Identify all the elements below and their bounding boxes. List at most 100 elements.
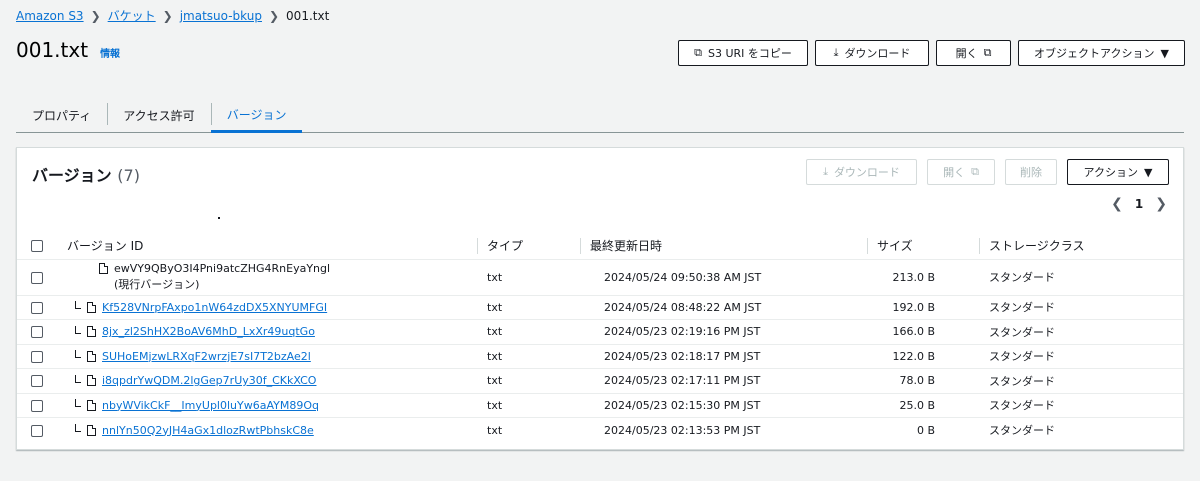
version-id-cell: 8jx_zl2ShHX2BoAV6MhD_LxXr49uqtGo: [57, 319, 477, 345]
storage-class-cell: スタンダード: [979, 319, 1183, 345]
versions-panel: バージョン (7) ⤓ ダウンロード 開く ⧉ 削除 アクション ▼ ❮ 1 ❯…: [16, 147, 1184, 450]
col-modified[interactable]: 最終更新日時: [580, 233, 867, 260]
row-select-cell: [17, 259, 57, 296]
object-actions-button[interactable]: オブジェクトアクション ▼: [1018, 40, 1185, 66]
version-id-link[interactable]: Kf528VNrpFAxpo1nW64zdDX5XNYUMFGI: [102, 301, 327, 314]
copy-s3-uri-button[interactable]: ⧉ S3 URI をコピー: [678, 40, 808, 66]
table-row: nnlYn50Q2yJH4aGx1dlozRwtPbhskC8e txt 202…: [17, 418, 1183, 443]
version-id-cell: nbyWVikCkF__ImyUpl0luYw6aAYM89Oq: [57, 393, 477, 418]
external-link-icon: ⧉: [971, 165, 979, 178]
breadcrumb-bucket[interactable]: jmatsuo-bkup: [180, 9, 262, 23]
version-id-link[interactable]: nnlYn50Q2yJH4aGx1dlozRwtPbhskC8e: [102, 424, 314, 437]
size-cell: 166.0 B: [867, 319, 979, 345]
header-actions: ⧉ S3 URI をコピー ⤓ ダウンロード 開く ⧉ オブジェクトアクション …: [678, 40, 1185, 66]
open-button[interactable]: 開く ⧉: [936, 40, 1011, 66]
version-id-wrapper: 8jx_zl2ShHX2BoAV6MhD_LxXr49uqtGo: [67, 325, 477, 338]
row-checkbox[interactable]: [31, 424, 43, 437]
versions-delete-button[interactable]: 削除: [1005, 159, 1057, 185]
modified-cell: 2024/05/24 09:50:38 AM JST: [580, 259, 867, 296]
storage-class-cell: スタンダード: [979, 344, 1183, 369]
current-version-text: ewVY9QByO3I4Pni9atcZHG4RnEyaYngl (現行バージョ…: [114, 261, 330, 293]
chevron-left-icon[interactable]: ❮: [1111, 196, 1123, 212]
version-id-wrapper: Kf528VNrpFAxpo1nW64zdDX5XNYUMFGI: [67, 301, 477, 314]
version-id-cell: SUHoEMjzwLRXqF2wrzjE7sI7T2bzAe2l: [57, 344, 477, 369]
storage-class-cell: スタンダード: [979, 393, 1183, 418]
versions-table-body: ewVY9QByO3I4Pni9atcZHG4RnEyaYngl (現行バージョ…: [17, 259, 1183, 442]
type-cell: txt: [477, 368, 580, 394]
row-select-cell: [17, 368, 57, 394]
tree-branch-icon: [75, 374, 81, 383]
external-link-icon: ⧉: [983, 46, 992, 59]
file-icon: [87, 424, 96, 436]
caret-down-icon: ▼: [1143, 165, 1153, 179]
versions-title-text: バージョン: [32, 166, 112, 185]
table-row: nbyWVikCkF__ImyUpl0luYw6aAYM89Oq txt 202…: [17, 393, 1183, 418]
versions-open-label: 開く: [943, 166, 966, 179]
size-cell: 192.0 B: [867, 295, 979, 320]
table-row: ewVY9QByO3I4Pni9atcZHG4RnEyaYngl (現行バージョ…: [17, 259, 1183, 296]
open-label: 開く: [955, 47, 978, 60]
versions-open-button[interactable]: 開く ⧉: [927, 159, 995, 185]
versions-count: (7): [117, 166, 140, 185]
tree-branch-icon: [75, 350, 81, 359]
row-checkbox[interactable]: [31, 271, 43, 284]
size-cell: 213.0 B: [867, 259, 979, 296]
file-icon: [87, 375, 96, 387]
col-version-id[interactable]: バージョン ID: [57, 233, 477, 260]
storage-class-cell: スタンダード: [979, 259, 1183, 296]
file-icon: [87, 301, 96, 313]
tree-branch-icon: [75, 399, 81, 408]
tab-versions[interactable]: バージョン: [210, 98, 303, 133]
version-id-link[interactable]: nbyWVikCkF__ImyUpl0luYw6aAYM89Oq: [102, 399, 319, 412]
download-button[interactable]: ⤓ ダウンロード: [815, 40, 929, 66]
version-id-wrapper: ewVY9QByO3I4Pni9atcZHG4RnEyaYngl (現行バージョ…: [67, 261, 477, 293]
version-id-link[interactable]: i8qpdrYwQDM.2lgGep7rUy30f_CKkXCO: [102, 374, 316, 387]
tab-properties[interactable]: プロパティ: [16, 98, 107, 132]
current-version-label: (現行バージョン): [114, 278, 200, 291]
page-title: 001.txt: [16, 38, 89, 62]
row-checkbox[interactable]: [31, 375, 43, 388]
row-select-cell: [17, 295, 57, 320]
version-id-link[interactable]: SUHoEMjzwLRXqF2wrzjE7sI7T2bzAe2l: [102, 350, 311, 363]
table-row: SUHoEMjzwLRXqF2wrzjE7sI7T2bzAe2l txt 202…: [17, 344, 1183, 369]
col-type[interactable]: タイプ: [477, 233, 580, 260]
download-icon: ⤓: [833, 46, 839, 59]
select-all-cell: [17, 233, 57, 260]
breadcrumb-separator-icon: ❯: [90, 8, 101, 23]
page-number[interactable]: 1: [1135, 197, 1143, 211]
row-checkbox[interactable]: [31, 301, 43, 314]
select-all-checkbox[interactable]: [31, 240, 43, 253]
download-label: ダウンロード: [844, 47, 911, 60]
row-checkbox[interactable]: [31, 399, 43, 412]
modified-cell: 2024/05/23 02:17:11 PM JST: [580, 368, 867, 394]
row-select-cell: [17, 418, 57, 443]
col-storage-class[interactable]: ストレージクラス: [979, 233, 1183, 260]
col-size[interactable]: サイズ: [867, 233, 979, 260]
version-id-cell: Kf528VNrpFAxpo1nW64zdDX5XNYUMFGI: [57, 295, 477, 320]
download-icon: ⤓: [823, 165, 828, 178]
info-link[interactable]: 情報: [100, 45, 120, 60]
versions-download-button[interactable]: ⤓ ダウンロード: [806, 159, 917, 185]
version-id-wrapper: nnlYn50Q2yJH4aGx1dlozRwtPbhskC8e: [67, 424, 477, 437]
versions-download-label: ダウンロード: [833, 166, 900, 179]
version-id-wrapper: SUHoEMjzwLRXqF2wrzjE7sI7T2bzAe2l: [67, 350, 477, 363]
row-checkbox[interactable]: [31, 350, 43, 363]
version-id-link[interactable]: 8jx_zl2ShHX2BoAV6MhD_LxXr49uqtGo: [102, 325, 315, 338]
file-icon: [87, 350, 96, 362]
version-id: ewVY9QByO3I4Pni9atcZHG4RnEyaYngl: [114, 262, 331, 275]
versions-actions-button[interactable]: アクション ▼: [1067, 159, 1169, 185]
versions-title: バージョン (7): [32, 162, 140, 186]
versions-table: バージョン ID タイプ 最終更新日時 サイズ ストレージクラス ewVY9QB…: [17, 233, 1183, 442]
breadcrumb-buckets[interactable]: バケット: [108, 7, 156, 24]
decorative-dot: [218, 217, 220, 219]
modified-cell: 2024/05/23 02:18:17 PM JST: [580, 344, 867, 369]
chevron-right-icon[interactable]: ❯: [1155, 196, 1167, 212]
size-cell: 0 B: [916, 423, 935, 437]
object-actions-label: オブジェクトアクション: [1034, 47, 1155, 60]
tab-permissions[interactable]: アクセス許可: [107, 98, 210, 132]
size-cell: 78.0 B: [867, 368, 979, 394]
breadcrumb-s3[interactable]: Amazon S3: [16, 9, 84, 23]
caret-down-icon: ▼: [1160, 46, 1169, 60]
type-cell: txt: [477, 319, 580, 345]
row-checkbox[interactable]: [31, 326, 43, 339]
